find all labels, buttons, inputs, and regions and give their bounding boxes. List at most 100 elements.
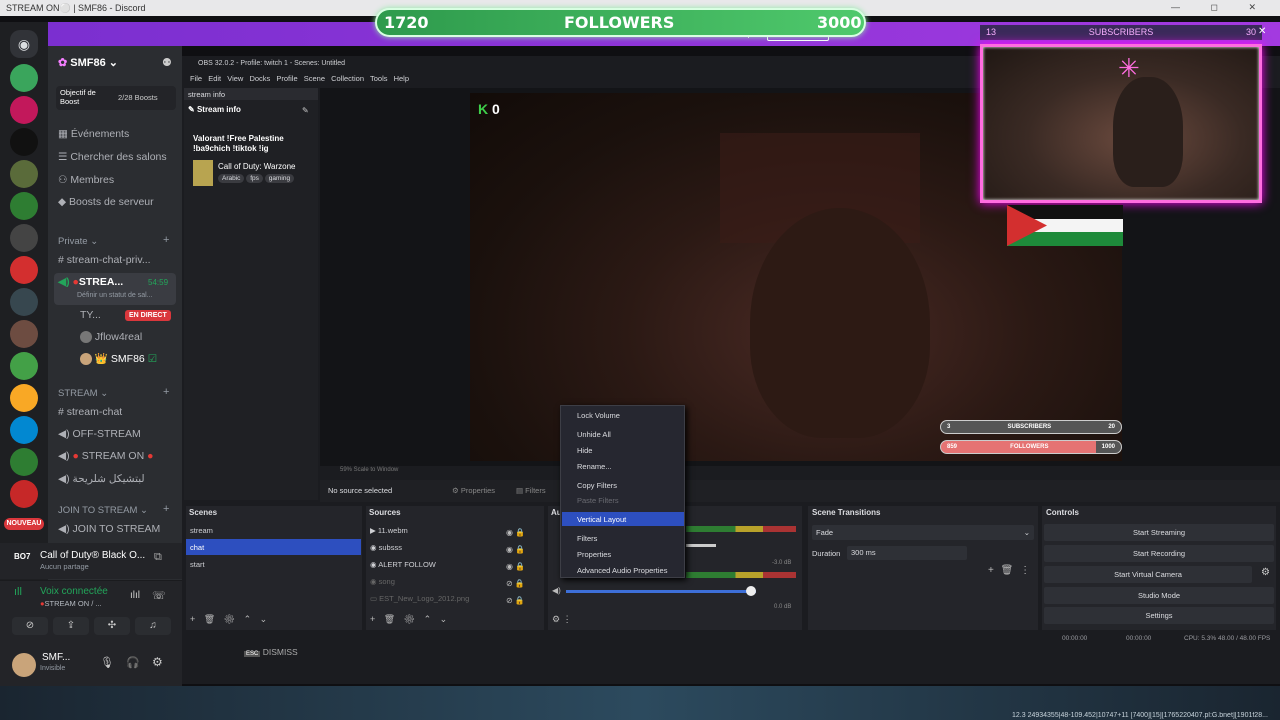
status-prompt[interactable]: Définir un statut de sal...: [77, 292, 152, 299]
share-icon[interactable]: ⧉: [154, 551, 162, 564]
server-icon-6[interactable]: [10, 224, 38, 252]
voice-user-2[interactable]: Jflow4real: [80, 331, 142, 344]
menu-file[interactable]: File: [190, 74, 202, 83]
scene-toolbar[interactable]: + 🗑 ⚙ ⌃ ⌄: [190, 614, 267, 625]
server-icon-12[interactable]: [10, 416, 38, 444]
menu-boosts[interactable]: ◆ Boosts de serveur: [58, 196, 154, 208]
menu-help[interactable]: Help: [394, 74, 409, 83]
duration-input[interactable]: 300 ms: [847, 546, 967, 560]
scene-item[interactable]: chat: [190, 543, 204, 552]
speaker-icon[interactable]: ◀): [552, 586, 561, 595]
close-icon[interactable]: ✕: [1258, 26, 1266, 37]
dismiss-label[interactable]: ESC DISMISS: [244, 647, 298, 657]
menu-edit[interactable]: Edit: [208, 74, 221, 83]
menu-lock-volume[interactable]: Lock Volume: [577, 411, 620, 420]
menu-properties[interactable]: Properties: [577, 550, 611, 559]
soundboard-icon[interactable]: ♫: [135, 617, 171, 635]
disconnect-icon[interactable]: ☏: [152, 589, 166, 602]
transition-select[interactable]: Fade ⌄: [812, 525, 1034, 540]
channel-stream-voice[interactable]: ◀) ●STREA...: [58, 276, 123, 288]
server-icon-2[interactable]: [10, 96, 38, 124]
settings-button[interactable]: Settings: [1044, 607, 1274, 624]
server-icon-4[interactable]: [10, 160, 38, 188]
menu-vertical-layout[interactable]: Vertical Layout: [577, 515, 626, 524]
menu-docks[interactable]: Docks: [249, 74, 270, 83]
slider-handle[interactable]: [746, 586, 756, 596]
window-controls[interactable]: — ◻ ✕: [1171, 2, 1270, 13]
properties-button[interactable]: ⚙ Properties: [452, 486, 495, 495]
menu-rename[interactable]: Rename...: [577, 462, 612, 471]
activities-icon[interactable]: ✣: [94, 617, 130, 635]
source-toolbar-bottom[interactable]: + 🗑 ⚙ ⌃ ⌄: [370, 614, 447, 625]
voice-user-3[interactable]: 👑 SMF86 ☑: [80, 352, 157, 366]
transition-toolbar[interactable]: + 🗑 ⋮: [988, 565, 1030, 576]
channel-private-chat[interactable]: # stream-chat-priv...: [58, 254, 151, 266]
server-icon-7[interactable]: [10, 256, 38, 284]
studio-mode-button[interactable]: Studio Mode: [1044, 587, 1274, 604]
source-item[interactable]: ◉ song: [370, 577, 395, 586]
volume-slider[interactable]: [686, 544, 716, 547]
menu-unhide-all[interactable]: Unhide All: [577, 430, 611, 439]
screen-share-icon[interactable]: ⇪: [53, 617, 89, 635]
add-user-icon[interactable]: ⚉: [162, 56, 172, 69]
add-channel-icon[interactable]: +: [163, 234, 169, 246]
menu-members[interactable]: ⚇ Membres: [58, 174, 114, 186]
volume-slider[interactable]: [566, 590, 756, 593]
channel-join-to-stream[interactable]: ◀) JOIN TO STREAM: [58, 523, 160, 535]
discord-home-icon[interactable]: ◉: [10, 30, 38, 58]
server-icon-1[interactable]: [10, 64, 38, 92]
add-channel-icon[interactable]: +: [163, 386, 169, 398]
headset-icon[interactable]: 🎧: [126, 656, 140, 669]
source-item[interactable]: ◉ subsss: [370, 543, 402, 552]
mic-icon[interactable]: 🎙: [100, 656, 114, 669]
user-name[interactable]: SMF...: [42, 652, 70, 663]
camera-off-icon[interactable]: ⊘: [12, 617, 48, 635]
server-icon-13[interactable]: [10, 448, 38, 476]
start-recording-button[interactable]: Start Recording: [1044, 545, 1274, 562]
server-icon-5[interactable]: [10, 192, 38, 220]
noise-icon[interactable]: ılıl: [130, 590, 140, 601]
avatar[interactable]: [12, 653, 36, 677]
menu-scene-collection[interactable]: Scene Collection: [304, 74, 364, 83]
source-item[interactable]: ◉ ALERT FOLLOW: [370, 560, 436, 569]
category-private[interactable]: Private ⌄: [58, 236, 98, 247]
server-icon-8[interactable]: [10, 288, 38, 316]
menu-copy-filters[interactable]: Copy Filters: [577, 481, 617, 490]
scene-item-selected[interactable]: [186, 539, 361, 555]
server-icon-14[interactable]: [10, 480, 38, 508]
server-icon-3[interactable]: [10, 128, 38, 156]
visibility-lock-icons[interactable]: ◉ 🔒 ◉ 🔒 ◉ 🔒 ⊘ 🔒 ⊘ 🔒: [506, 524, 525, 609]
menu-profile[interactable]: Profile: [276, 74, 297, 83]
category-join[interactable]: JOIN TO STREAM ⌄: [58, 505, 148, 516]
channel-stream-on[interactable]: ◀) ● STREAM ON ●: [58, 450, 153, 462]
mixer-settings-icon[interactable]: ⚙ ⋮: [552, 614, 572, 625]
menu-events[interactable]: ▦ Événements: [58, 128, 129, 140]
server-icon-9[interactable]: [10, 320, 38, 348]
boost-goal[interactable]: Objectif de Boost 2/28 Boosts: [56, 86, 176, 110]
scene-item[interactable]: stream: [190, 526, 213, 535]
menu-advanced-audio[interactable]: Advanced Audio Properties: [577, 566, 667, 575]
start-streaming-button[interactable]: Start Streaming: [1044, 524, 1274, 541]
menu-browse-channels[interactable]: ☰ Chercher des salons: [58, 151, 167, 163]
source-item[interactable]: ▭ EST_New_Logo_2012.png: [370, 594, 469, 603]
menu-view[interactable]: View: [227, 74, 243, 83]
menu-hide[interactable]: Hide: [577, 446, 592, 455]
source-item[interactable]: ▶ 11.webm: [370, 526, 408, 535]
server-icon-11[interactable]: [10, 384, 38, 412]
voice-user-1[interactable]: TY...: [80, 309, 101, 321]
category-stream[interactable]: STREAM ⌄: [58, 388, 108, 399]
add-channel-icon[interactable]: +: [163, 503, 169, 515]
filters-button[interactable]: ▤ Filters: [516, 486, 546, 495]
edit-icon[interactable]: ✎: [302, 106, 309, 115]
channel-arabic[interactable]: ◀) لبتشيكل شلريحة: [58, 473, 145, 485]
menu-filters[interactable]: Filters: [577, 534, 597, 543]
menu-tools[interactable]: Tools: [370, 74, 388, 83]
server-name[interactable]: ✿ SMF86 ⌄: [58, 56, 118, 69]
start-virtual-camera-button[interactable]: Start Virtual Camera: [1044, 566, 1252, 583]
gear-icon[interactable]: ⚙: [152, 655, 163, 669]
channel-stream-chat[interactable]: # stream-chat: [58, 406, 122, 418]
server-icon-10[interactable]: [10, 352, 38, 380]
gear-icon[interactable]: ⚙: [1261, 567, 1270, 578]
channel-off-stream[interactable]: ◀) OFF-STREAM: [58, 428, 141, 440]
scene-item[interactable]: start: [190, 560, 205, 569]
